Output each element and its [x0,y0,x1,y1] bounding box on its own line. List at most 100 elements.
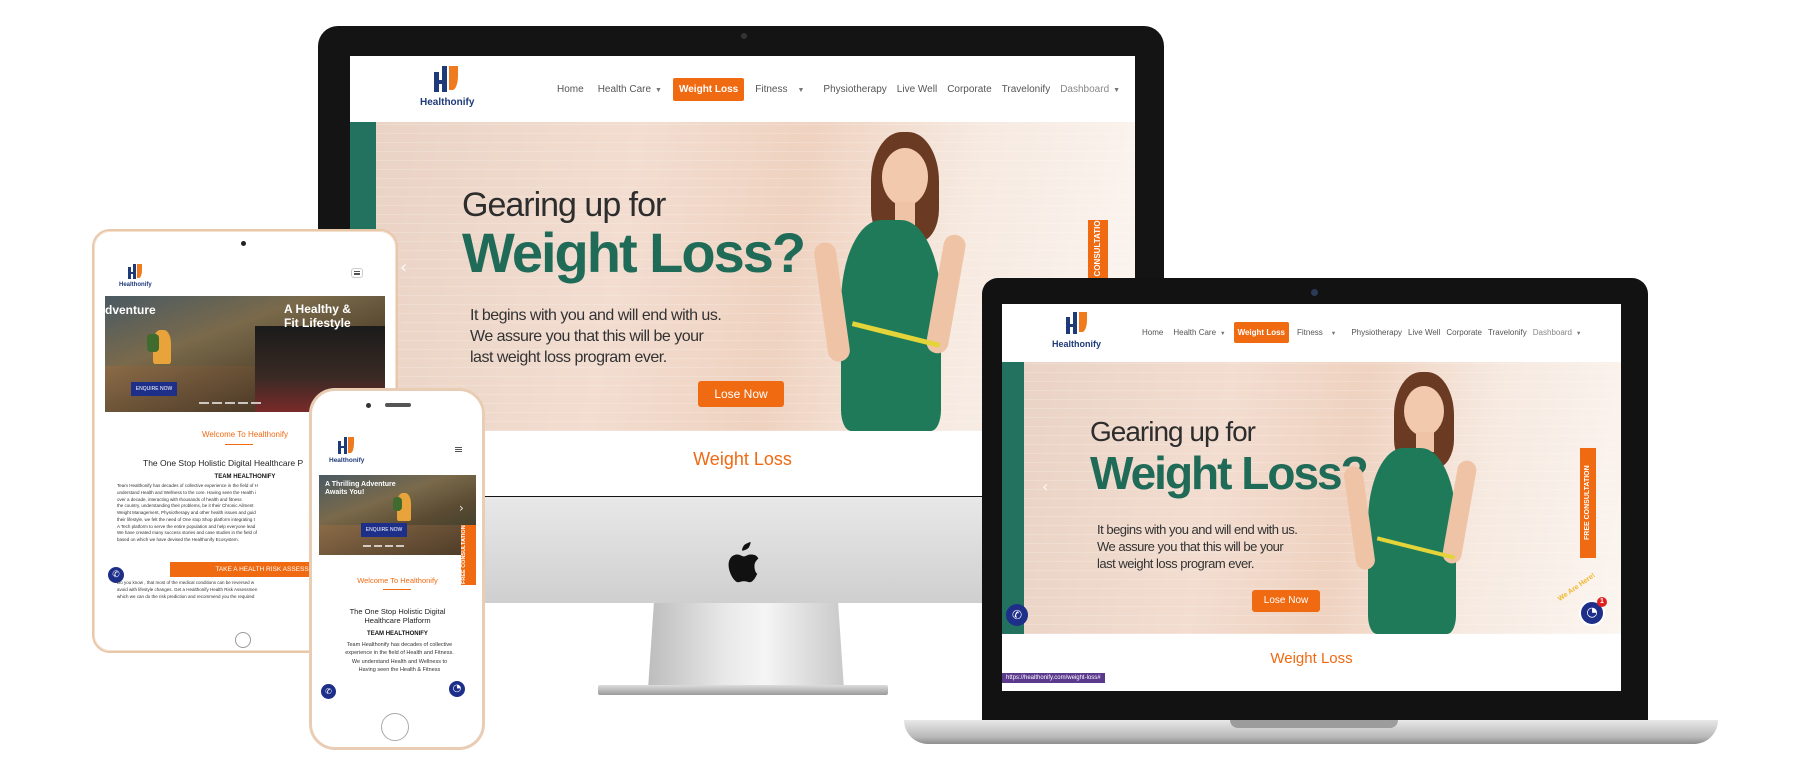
logo[interactable]: Healthonify [329,437,364,464]
logo-text: Healthonify [420,97,475,108]
menu-icon[interactable] [351,268,363,278]
slide-title-left: dventure [105,303,156,317]
nav-health-care-label: Health Care [1173,328,1217,337]
hero-text-line3: last weight loss program ever. [1097,555,1254,571]
caret-down-icon: ▼ [1113,87,1121,94]
nav-weight-loss[interactable]: Weight Loss [1233,322,1289,343]
nav-travelonify[interactable]: Travelonify [1485,324,1530,341]
nav-home[interactable]: Home [1137,324,1168,341]
logo-icon [127,264,143,280]
laptop-camera [1311,289,1318,296]
caret-down-icon: ▼ [655,87,662,94]
slide-title-line2: Awaits You! [325,489,365,497]
logo[interactable]: Healthonify [420,66,474,108]
chat-icon[interactable]: ◔ [447,679,467,699]
heading-underline [225,444,253,445]
phone-screen: Healthonify A Thrilling Adventure Awaits… [319,425,476,707]
logo-icon [1065,312,1088,336]
phone-icon[interactable]: ✆ [1006,604,1028,626]
nav-weight-loss[interactable]: Weight Loss [672,78,745,101]
hero-accent-strip [1002,362,1024,634]
device-mockup-stage: Healthonify Home Health Care ▼ Weight Los… [0,0,1800,760]
nav-dashboard[interactable]: Dashboard ▼ [1530,324,1585,341]
enquire-now-button[interactable]: ENQUIRE NOW [361,523,407,537]
hero-heading-line1: Gearing up for [1090,416,1256,447]
caret-down-icon: ▼ [1575,331,1582,337]
nav-fitness-label: Fitness [1297,328,1323,337]
heading-underline [383,589,411,590]
imac-stand-foot [598,685,888,695]
chevron-left-icon[interactable]: ‹ [1042,477,1048,496]
navbar: Healthonify Home Health Care ▼ Weight Los… [1002,304,1621,362]
nav-health-care-label: Health Care [597,84,652,95]
slide-title: A Thrilling Adventure Awaits You! [325,481,396,497]
logo[interactable]: Healthonify [119,264,152,288]
menu-icon[interactable] [453,445,464,454]
logo-text: Healthonify [119,282,152,288]
nav-corporate[interactable]: Corporate [1443,324,1485,341]
about-line: Having seen the Health & Fitness [358,666,441,673]
phone-camera [366,403,371,408]
section-title: Weight Loss [1270,650,1353,667]
logo-icon [434,66,460,94]
about-line: Team Healthonify has decades of collecti… [346,642,453,648]
logo-icon [338,437,355,455]
nav-live-well[interactable]: Live Well [892,79,942,100]
nav-live-well[interactable]: Live Well [1405,324,1443,341]
slider-dots[interactable] [199,402,261,404]
nav-corporate[interactable]: Corporate [942,79,996,100]
phone-icon[interactable]: ✆ [321,684,336,699]
caret-down-icon: ▼ [1220,331,1226,337]
tablet-camera [241,241,246,246]
apple-icon [728,542,759,583]
nav-dashboard[interactable]: Dashboard ▼ [1055,79,1125,100]
phone-site: Healthonify A Thrilling Adventure Awaits… [319,425,476,707]
nav-fitness[interactable]: Fitness ▼ [1292,324,1348,341]
team-heading: TEAM HEALTHONIFY [367,631,428,637]
nav-home[interactable]: Home [550,79,591,100]
nav-physiotherapy[interactable]: Physiotherapy [1348,324,1405,341]
status-url-tooltip: https://healthonify.com/weight-loss# [1002,673,1105,683]
hero-text: It begins with you and will end with us.… [470,306,722,368]
about-line: We understand Health and Wellness to [351,658,448,665]
hero-text-line3: last weight loss program ever. [470,348,667,366]
hero-banner: ‹ Gearing up for Weight Loss? It begins … [1002,362,1621,634]
hero-woman-image [1302,362,1512,634]
enquire-now-button[interactable]: ENQUIRE NOW [131,382,177,396]
chat-notification-badge: 1 [1597,597,1607,607]
main-nav: Home Health Care ▼ Weight Loss Fitness ▼ P… [1137,322,1584,343]
nav-fitness-label: Fitness [755,84,788,95]
about-text: Team Healthonify has decades of collecti… [327,641,472,674]
phone-speaker [385,403,411,407]
hero-woman-image [765,122,1005,431]
phone-home-button [381,713,409,741]
nav-physiotherapy[interactable]: Physiotherapy [818,79,891,100]
slide-title-line1: A Thrilling Adventure [325,481,396,488]
hero-text-line1: It begins with you and will end with us. [1097,522,1298,537]
navbar: Healthonify Home Health Care ▼ Weight Los… [350,56,1135,122]
logo[interactable]: Healthonify [1052,312,1101,349]
about-line: experience in the field of Health and Fi… [345,650,454,657]
free-consultation-tab[interactable]: FREE CONSULTATION [1580,448,1596,558]
nav-health-care[interactable]: Health Care ▼ [1168,324,1230,341]
chevron-right-icon[interactable]: › [459,501,464,515]
nav-fitness[interactable]: Fitness ▼ [748,79,818,100]
nav-dashboard-label: Dashboard [1060,84,1110,95]
platform-headline: The One Stop Holistic Digital Healthcare… [319,607,476,626]
main-nav: Home Health Care ▼ Weight Loss Fitness ▼ P… [550,78,1125,101]
slide-title: A Healthy & Fit Lifestyle [284,302,351,331]
imac-stand [648,603,844,689]
nav-health-care[interactable]: Health Care ▼ [591,79,669,100]
logo-text: Healthonify [1052,339,1102,349]
hero-text-line1: It begins with you and will end with us. [470,307,722,324]
laptop-screen: Healthonify Home Health Care ▼ Weight Los… [1002,304,1621,691]
chevron-left-icon[interactable]: ‹ [400,257,407,278]
hero-text: It begins with you and will end with us.… [1097,522,1298,573]
platform-headline-line2: Healthcare Platform [364,616,431,626]
nav-dashboard-label: Dashboard [1532,328,1572,337]
laptop-notch [1230,720,1398,728]
laptop-site: Healthonify Home Health Care ▼ Weight Los… [1002,304,1621,691]
slider-dots[interactable] [363,545,404,547]
hero-text-line2: We assure you that this will be your [1097,538,1284,554]
nav-travelonify[interactable]: Travelonify [997,79,1056,100]
